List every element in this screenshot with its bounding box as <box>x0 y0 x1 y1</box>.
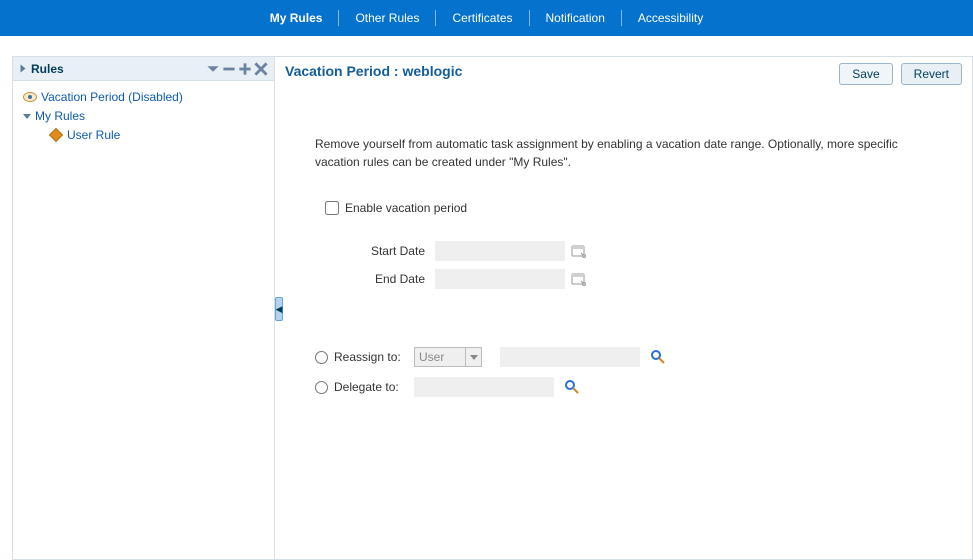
tree-item-my-rules[interactable]: My Rules <box>17 107 270 125</box>
calendar-icon[interactable] <box>571 271 587 287</box>
delete-icon[interactable] <box>254 62 268 76</box>
enable-vacation-checkbox[interactable] <box>325 201 339 215</box>
tree-label: Vacation Period (Disabled) <box>41 90 183 104</box>
save-button[interactable]: Save <box>839 63 892 85</box>
nav-certificates[interactable]: Certificates <box>436 11 528 25</box>
tree-item-vacation-period[interactable]: Vacation Period (Disabled) <box>17 88 270 106</box>
user-type-select[interactable]: User <box>414 347 482 367</box>
start-date-label: Start Date <box>325 244 435 258</box>
panel-splitter[interactable]: ◀ <box>275 297 283 321</box>
tree-label: My Rules <box>35 109 85 123</box>
dropdown-icon[interactable] <box>206 62 220 76</box>
nav-other-rules[interactable]: Other Rules <box>339 11 435 25</box>
start-date-input[interactable] <box>435 241 565 261</box>
tree-item-user-rule[interactable]: User Rule <box>17 126 270 144</box>
chevron-down-icon <box>465 348 481 366</box>
reassign-input[interactable] <box>500 347 640 367</box>
nav-accessibility[interactable]: Accessibility <box>622 11 719 25</box>
rule-icon <box>49 128 63 142</box>
description-text: Remove yourself from automatic task assi… <box>275 85 972 171</box>
rules-side-panel: Rules <box>13 57 275 559</box>
delegate-radio[interactable] <box>315 381 328 394</box>
end-date-label: End Date <box>325 272 435 286</box>
enable-vacation-label: Enable vacation period <box>345 201 467 215</box>
reassign-label: Reassign to: <box>334 350 414 364</box>
collapse-icon[interactable] <box>21 65 26 73</box>
minimize-icon[interactable] <box>222 62 236 76</box>
top-navbar: My Rules Other Rules Certificates Notifi… <box>0 0 973 36</box>
rules-tree: Vacation Period (Disabled) My Rules User… <box>13 81 274 151</box>
rules-panel-title: Rules <box>31 62 64 76</box>
select-value: User <box>419 350 444 364</box>
tree-label: User Rule <box>67 128 120 142</box>
search-icon[interactable] <box>564 379 580 395</box>
rules-panel-header: Rules <box>13 57 274 81</box>
content-panel: Vacation Period : weblogic Save Revert R… <box>275 57 972 559</box>
calendar-icon[interactable] <box>571 243 587 259</box>
eye-icon <box>23 92 37 102</box>
add-icon[interactable] <box>238 62 252 76</box>
expand-icon[interactable] <box>23 114 31 119</box>
revert-button[interactable]: Revert <box>901 63 962 85</box>
nav-notification[interactable]: Notification <box>530 11 621 25</box>
nav-my-rules[interactable]: My Rules <box>254 11 339 25</box>
page-title: Vacation Period : weblogic <box>285 63 839 79</box>
search-icon[interactable] <box>650 349 666 365</box>
delegate-label: Delegate to: <box>334 380 414 394</box>
delegate-input[interactable] <box>414 377 554 397</box>
end-date-input[interactable] <box>435 269 565 289</box>
reassign-radio[interactable] <box>315 351 328 364</box>
